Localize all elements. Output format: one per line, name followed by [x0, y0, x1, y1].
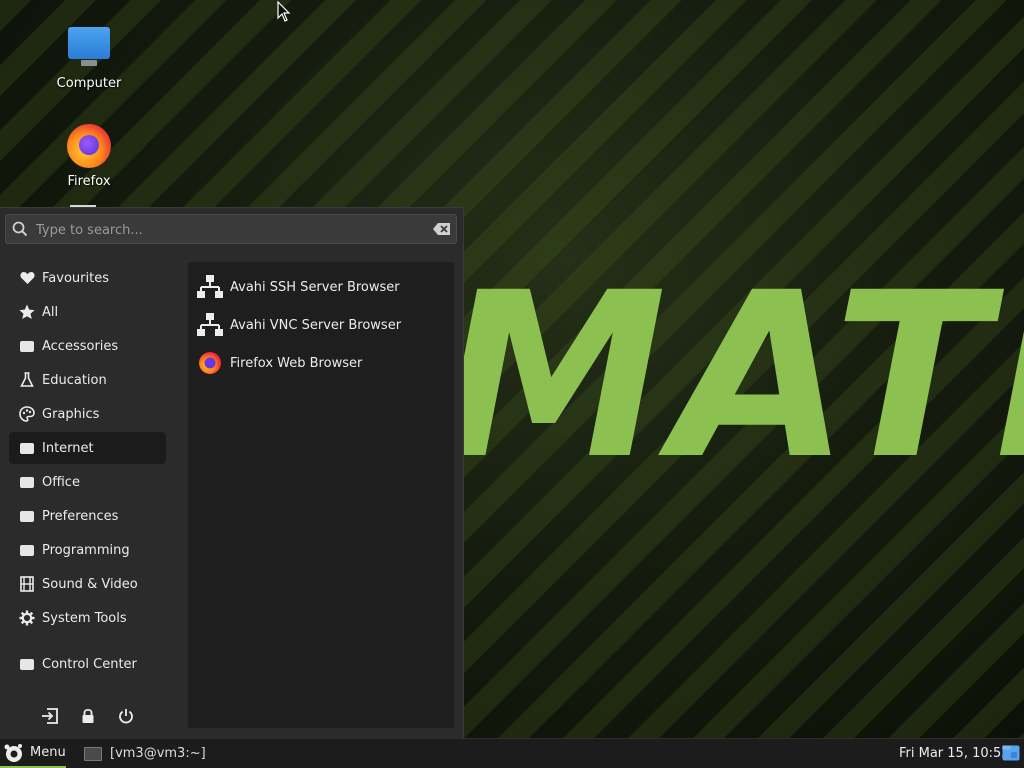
network-icon [196, 273, 224, 301]
desktop-icon-label: Firefox [67, 174, 111, 189]
category-office[interactable]: Office [9, 466, 166, 498]
clock[interactable]: Fri Mar 15, 10:52 [899, 746, 1010, 761]
clear-search-icon[interactable] [433, 222, 451, 236]
folder-icon [19, 508, 35, 524]
logout-button[interactable] [39, 706, 59, 726]
firefox-icon [65, 122, 113, 170]
search-icon [12, 221, 28, 237]
firefox-icon [196, 349, 224, 377]
power-icon [119, 709, 133, 724]
folder-icon [19, 474, 35, 490]
category-control-center[interactable]: Control Center [9, 648, 166, 680]
category-graphics[interactable]: Graphics [9, 398, 166, 430]
category-accessories[interactable]: Accessories [9, 330, 166, 362]
flask-icon [19, 372, 35, 388]
gear-icon [19, 610, 35, 626]
app-firefox-web-browser[interactable]: Firefox Web Browser [196, 346, 446, 380]
network-icon [196, 311, 224, 339]
lock-button[interactable] [78, 706, 98, 726]
category-favourites[interactable]: Favourites [9, 262, 166, 294]
application-menu: Favourites All Accessories Education Gra… [0, 207, 464, 738]
heart-icon [19, 270, 35, 286]
lock-icon [82, 708, 94, 723]
category-system-tools[interactable]: System Tools [9, 602, 166, 634]
folder-icon [19, 656, 35, 672]
desktop-icon-computer[interactable]: Computer [44, 24, 134, 91]
category-preferences[interactable]: Preferences [9, 500, 166, 532]
mouse-cursor-icon [277, 1, 291, 22]
app-avahi-vnc-browser[interactable]: Avahi VNC Server Browser [196, 308, 446, 342]
logout-icon [41, 708, 58, 724]
film-icon [19, 576, 35, 592]
star-icon [19, 304, 35, 320]
computer-icon [65, 24, 113, 72]
folder-icon [19, 440, 35, 456]
category-education[interactable]: Education [9, 364, 166, 396]
folder-icon [19, 338, 35, 354]
terminal-icon [84, 746, 102, 761]
category-programming[interactable]: Programming [9, 534, 166, 566]
mate-logo-icon [4, 743, 22, 762]
search-input[interactable] [34, 219, 428, 241]
folder-icon [19, 542, 35, 558]
search-box [5, 214, 457, 244]
menu-button[interactable]: Menu [0, 739, 66, 768]
application-list: Avahi SSH Server Browser Avahi VNC Serve… [188, 262, 454, 728]
app-avahi-ssh-browser[interactable]: Avahi SSH Server Browser [196, 270, 446, 304]
category-internet[interactable]: Internet [9, 432, 166, 464]
category-sound-video[interactable]: Sound & Video [9, 568, 166, 600]
desktop-icon-label: Computer [56, 76, 122, 91]
palette-icon [19, 406, 35, 422]
taskbar-window-terminal[interactable]: [vm3@vm3:~] [80, 739, 210, 768]
desktop-icon-firefox[interactable]: Firefox [44, 122, 134, 189]
taskbar: Menu [vm3@vm3:~] Fri Mar 15, 10:52 [0, 738, 1024, 768]
workspace-switcher-icon[interactable] [1002, 744, 1020, 762]
wallpaper-mate-logo: MATE [440, 243, 1024, 509]
power-button[interactable] [116, 706, 136, 726]
category-all[interactable]: All [9, 296, 166, 328]
